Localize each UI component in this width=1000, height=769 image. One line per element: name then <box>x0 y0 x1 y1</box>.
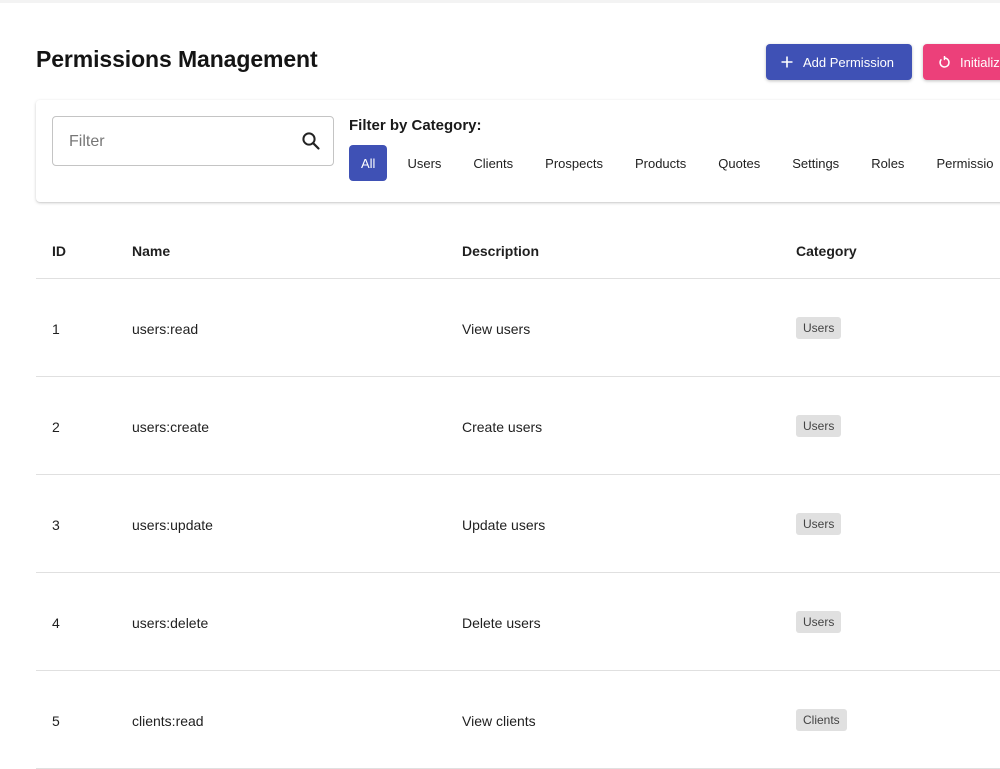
permission-description: Update users <box>462 517 546 533</box>
refresh-icon <box>937 55 951 69</box>
plus-icon <box>780 55 794 69</box>
category-tab-all[interactable]: All <box>349 145 388 181</box>
permission-name: clients:read <box>132 713 204 729</box>
table-row[interactable]: 4 users:delete Delete users Users <box>36 573 1000 671</box>
column-header-category[interactable]: Category <box>796 243 857 259</box>
filter-input[interactable] <box>67 117 291 167</box>
permission-id: 2 <box>52 419 60 435</box>
category-tab-prospects[interactable]: Prospects <box>529 145 619 181</box>
category-tab-permissions[interactable]: Permissio <box>920 145 1000 181</box>
permission-description: View clients <box>462 713 536 729</box>
column-header-id[interactable]: ID <box>52 243 66 259</box>
category-badge: Users <box>796 317 842 339</box>
permission-name: users:read <box>132 321 199 337</box>
column-header-description[interactable]: Description <box>462 243 539 259</box>
add-permission-button[interactable]: Add Permission <box>766 44 912 80</box>
category-tab-users[interactable]: Users <box>391 145 457 181</box>
permission-name: users:create <box>132 419 210 435</box>
category-tabs: All Users Clients Prospects Products Quo… <box>349 145 1000 181</box>
page-title: Permissions Management <box>36 46 318 72</box>
permission-name: users:delete <box>132 615 209 631</box>
permission-id: 5 <box>52 713 60 729</box>
table-row[interactable]: 3 users:update Update users Users <box>36 475 1000 573</box>
table-row[interactable]: 5 clients:read View clients Clients <box>36 671 1000 769</box>
permission-description: Delete users <box>462 615 541 631</box>
permission-name: users:update <box>132 517 213 533</box>
permission-description: Create users <box>462 419 543 435</box>
category-badge: Users <box>796 415 842 437</box>
filter-field <box>52 116 334 167</box>
app-bar-divider <box>0 0 1000 3</box>
filter-panel: Filter by Category: All Users Clients Pr… <box>36 100 1000 202</box>
category-tab-settings[interactable]: Settings <box>776 145 855 181</box>
category-tab-roles[interactable]: Roles <box>855 145 920 181</box>
category-tab-clients[interactable]: Clients <box>457 145 529 181</box>
search-icon[interactable] <box>301 131 321 151</box>
permission-description: View users <box>462 321 531 337</box>
permissions-table: ID Name Description Category 1 users:rea… <box>36 203 1000 769</box>
category-tab-products[interactable]: Products <box>619 145 702 181</box>
category-badge: Clients <box>796 709 847 731</box>
category-tab-quotes[interactable]: Quotes <box>702 145 776 181</box>
category-badge: Users <box>796 513 842 535</box>
category-filter-label: Filter by Category: <box>349 117 482 134</box>
table-header-row: ID Name Description Category <box>36 203 1000 279</box>
add-permission-label: Add Permission <box>803 54 895 70</box>
category-badge: Users <box>796 611 842 633</box>
column-header-name[interactable]: Name <box>132 243 170 259</box>
table-row[interactable]: 2 users:create Create users Users <box>36 377 1000 475</box>
initialize-label: Initializ <box>960 54 1000 70</box>
permission-id: 1 <box>52 321 60 337</box>
permission-id: 4 <box>52 615 60 631</box>
table-row[interactable]: 1 users:read View users Users <box>36 279 1000 377</box>
initialize-button[interactable]: Initializ <box>923 44 1000 80</box>
permission-id: 3 <box>52 517 60 533</box>
